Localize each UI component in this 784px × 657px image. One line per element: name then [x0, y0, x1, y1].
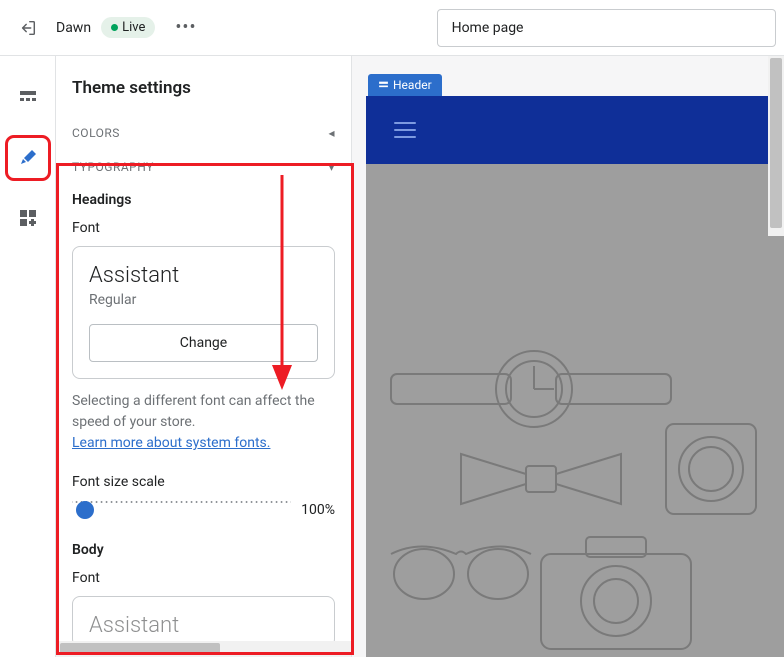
exit-icon: [19, 19, 37, 37]
camera-illustration: [526, 529, 706, 657]
page-selector[interactable]: Home page: [437, 9, 776, 47]
apps-icon: [18, 208, 38, 228]
font-scale-value: 100%: [301, 502, 335, 518]
exit-button[interactable]: [8, 8, 48, 48]
header-section-tag[interactable]: Header: [368, 74, 442, 96]
header-tag-label: Header: [393, 78, 432, 92]
headings-helper: Selecting a different font can affect th…: [72, 391, 335, 454]
sections-icon: [18, 88, 38, 108]
colors-label: COLORS: [72, 126, 120, 140]
learn-more-link[interactable]: Learn more about system fonts.: [72, 435, 270, 451]
watch-illustration: [386, 344, 676, 434]
status-label: Live: [122, 20, 145, 35]
preview-pane: Header: [352, 56, 784, 657]
chevron-left-icon: ◂: [328, 126, 335, 140]
headings-font-label: Font: [72, 220, 335, 236]
chevron-down-icon: ▾: [328, 160, 335, 174]
settings-sidebar: Theme settings COLORS ◂ TYPOGRAPHY ▾ Hea…: [56, 56, 352, 657]
sidebar-title: Theme settings: [56, 56, 351, 116]
theme-name: Dawn: [56, 20, 91, 36]
lens-illustration: [656, 414, 766, 524]
bowtie-illustration: [456, 444, 626, 514]
sections-tab[interactable]: [10, 80, 46, 116]
hamburger-menu-button[interactable]: [394, 122, 416, 138]
body-font-label: Font: [72, 570, 335, 586]
typography-section-body: Headings Font Assistant Regular Change S…: [56, 184, 351, 657]
typography-label: TYPOGRAPHY: [72, 160, 154, 174]
body-font-card: Assistant: [72, 596, 335, 647]
sidebar-scrollbar-v[interactable]: [768, 56, 784, 236]
store-header: [366, 96, 784, 164]
left-rail: [0, 56, 56, 657]
colors-section-header[interactable]: COLORS ◂: [56, 116, 351, 150]
store-body: [366, 164, 784, 657]
status-dot-icon: [111, 24, 118, 31]
headings-change-button[interactable]: Change: [89, 324, 318, 362]
sidebar-scrollbar-h[interactable]: [56, 641, 351, 657]
paintbrush-icon: [18, 148, 38, 168]
helper-text: Selecting a different font can affect th…: [72, 393, 315, 430]
headings-font-name: Assistant: [89, 263, 318, 288]
theme-settings-tab[interactable]: [10, 140, 46, 176]
headings-font-style: Regular: [89, 292, 318, 308]
body-font-name: Assistant: [89, 613, 318, 638]
headings-heading: Headings: [72, 192, 335, 208]
status-badge: Live: [101, 17, 155, 38]
more-actions-button[interactable]: •••: [175, 17, 196, 38]
headings-font-card: Assistant Regular Change: [72, 246, 335, 379]
body-heading: Body: [72, 542, 335, 558]
sunglasses-illustration: [386, 534, 536, 614]
page-selector-value: Home page: [452, 20, 524, 36]
font-scale-label: Font size scale: [72, 474, 335, 490]
typography-section-header[interactable]: TYPOGRAPHY ▾: [56, 150, 351, 184]
section-icon: [378, 80, 389, 91]
font-scale-slider[interactable]: [72, 500, 291, 520]
apps-tab[interactable]: [10, 200, 46, 236]
